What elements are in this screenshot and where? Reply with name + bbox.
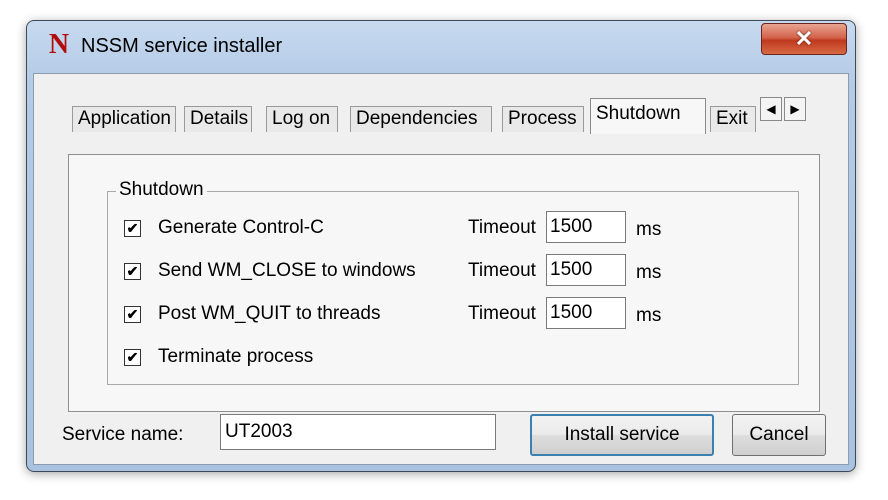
terminate-process-label: Terminate process — [158, 346, 314, 367]
option-row-control-c: ✔ Generate Control-C Timeout ms — [108, 211, 798, 246]
tab-log-on[interactable]: Log on — [266, 106, 338, 132]
ms-unit-label: ms — [636, 219, 662, 240]
ms-unit-label: ms — [636, 305, 662, 326]
cancel-button[interactable]: Cancel — [732, 414, 826, 456]
ms-unit-label: ms — [636, 262, 662, 283]
send-wm-close-checkbox[interactable]: ✔ — [124, 263, 141, 280]
title-bar[interactable]: N NSSM service installer ✕ — [27, 21, 855, 71]
send-wm-close-label: Send WM_CLOSE to windows — [158, 260, 416, 281]
tab-details[interactable]: Details — [184, 106, 252, 132]
option-row-wm-close: ✔ Send WM_CLOSE to windows Timeout ms — [108, 254, 798, 289]
timeout-label: Timeout — [468, 303, 536, 324]
shutdown-group-label: Shutdown — [116, 179, 207, 201]
post-wm-quit-label: Post WM_QUIT to threads — [158, 303, 381, 324]
timeout-label: Timeout — [468, 260, 536, 281]
generate-control-c-checkbox[interactable]: ✔ — [124, 220, 141, 237]
generate-control-c-label: Generate Control-C — [158, 217, 324, 238]
option-row-terminate: ✔ Terminate process — [108, 345, 798, 375]
tab-scroll-right-icon[interactable]: ▶ — [784, 97, 806, 121]
nssm-app-icon: N — [48, 29, 70, 60]
control-c-timeout-input[interactable] — [546, 211, 626, 243]
tab-scroll-left-icon[interactable]: ◀ — [760, 97, 782, 121]
dialog-client-area: Application Details Log on Dependencies … — [33, 73, 849, 465]
timeout-label: Timeout — [468, 217, 536, 238]
wm-quit-timeout-input[interactable] — [546, 297, 626, 329]
option-row-wm-quit: ✔ Post WM_QUIT to threads Timeout ms — [108, 297, 798, 332]
terminate-process-checkbox[interactable]: ✔ — [124, 349, 141, 366]
shutdown-group: Shutdown ✔ Generate Control-C Timeout ms… — [107, 179, 799, 385]
tab-dependencies[interactable]: Dependencies — [350, 106, 492, 132]
tab-exit[interactable]: Exit — [710, 106, 756, 132]
tab-application[interactable]: Application — [72, 106, 176, 132]
close-button[interactable]: ✕ — [761, 23, 847, 55]
service-name-label: Service name: — [62, 424, 184, 445]
installer-window: N NSSM service installer ✕ Application D… — [26, 20, 856, 472]
tab-process[interactable]: Process — [502, 106, 584, 132]
post-wm-quit-checkbox[interactable]: ✔ — [124, 306, 141, 323]
wm-close-timeout-input[interactable] — [546, 254, 626, 286]
install-service-button[interactable]: Install service — [530, 414, 714, 456]
tab-shutdown[interactable]: Shutdown — [590, 98, 706, 134]
shutdown-tab-panel: Shutdown ✔ Generate Control-C Timeout ms… — [68, 154, 820, 412]
window-title: NSSM service installer — [81, 35, 283, 57]
service-name-input[interactable] — [220, 414, 496, 450]
